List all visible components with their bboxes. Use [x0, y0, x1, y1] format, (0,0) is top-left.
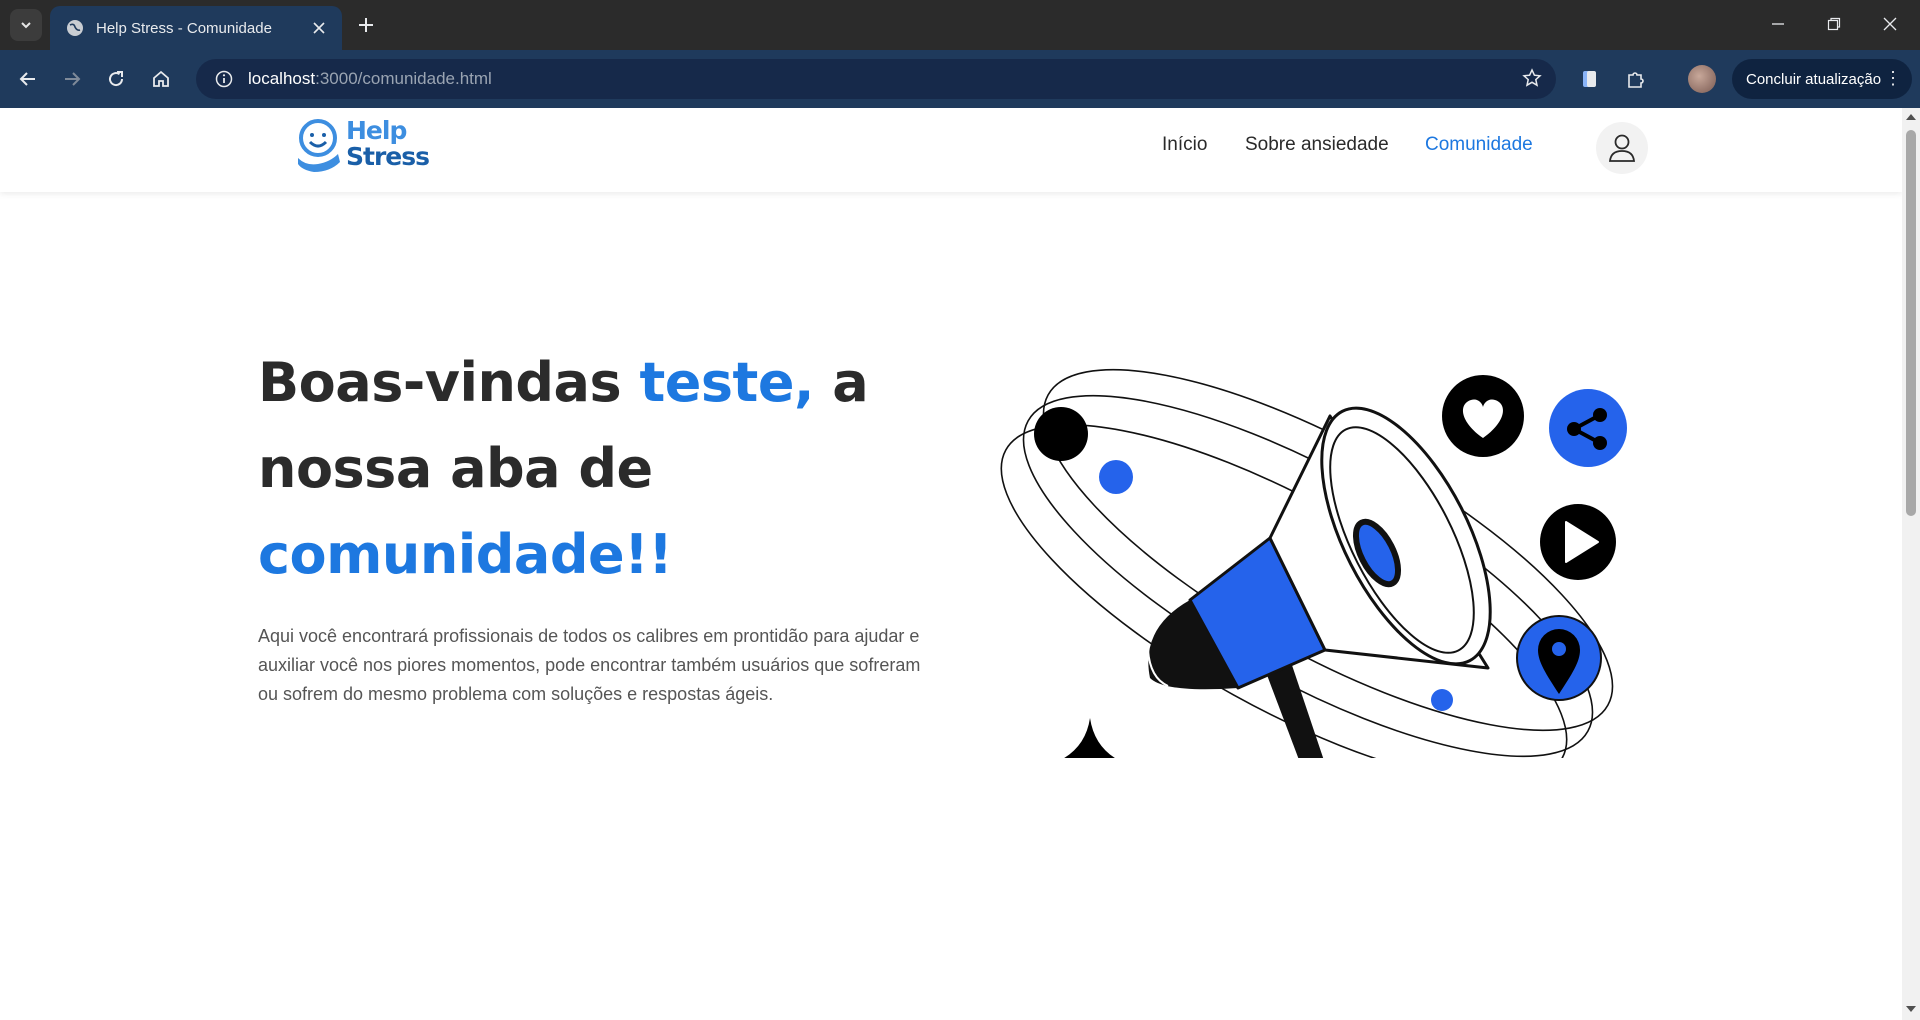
extensions-button[interactable] — [1618, 61, 1654, 97]
url-path: :3000/comunidade.html — [315, 69, 492, 88]
info-icon[interactable] — [204, 70, 244, 88]
window-close-button[interactable] — [1862, 0, 1918, 48]
new-tab-button[interactable] — [352, 11, 380, 39]
nav-link-comunidade[interactable]: Comunidade — [1425, 134, 1533, 156]
hero-description: Aqui você encontrará profissionais de to… — [258, 626, 921, 704]
site-logo[interactable]: Help Stress — [296, 114, 430, 174]
user-icon — [1609, 134, 1635, 162]
url-host: localhost — [248, 69, 316, 88]
megaphone-illustration — [1000, 368, 1627, 758]
restore-button[interactable] — [1806, 0, 1862, 48]
home-icon — [153, 70, 169, 87]
update-button[interactable]: Concluir atualização ⋮ — [1732, 59, 1912, 99]
close-icon[interactable] — [308, 17, 330, 39]
chevron-down-icon — [21, 22, 31, 29]
logo-help: Help — [346, 116, 407, 145]
profile-avatar[interactable] — [1688, 65, 1716, 93]
browser-toolbar: localhost:3000/comunidade.html Concluir … — [0, 50, 1920, 108]
share-bubble — [1549, 389, 1627, 467]
forward-button[interactable] — [54, 61, 90, 97]
scroll-thumb[interactable] — [1906, 130, 1916, 516]
url-text: localhost:3000/comunidade.html — [248, 69, 492, 89]
star-icon[interactable] — [1522, 68, 1542, 93]
back-button[interactable] — [10, 61, 46, 97]
black-dot — [1034, 407, 1088, 461]
reload-button[interactable] — [98, 61, 134, 97]
forward-icon — [65, 72, 81, 86]
reload-icon — [109, 71, 124, 87]
globe-icon — [67, 20, 83, 36]
minimize-button[interactable] — [1750, 0, 1806, 48]
nav-link-sobre-ansiedade[interactable]: Sobre ansiedade — [1245, 134, 1389, 156]
home-button[interactable] — [143, 61, 179, 97]
logo-stress: Stress — [346, 142, 430, 171]
hero-title-part3: comunidade!! — [258, 523, 673, 586]
smiley-hand-logo-icon — [298, 119, 340, 172]
hero-title-part1: Boas-vindas — [258, 351, 640, 414]
restore-icon — [1827, 17, 1841, 31]
more-menu-icon[interactable]: ⋮ — [1884, 69, 1902, 87]
plus-icon — [359, 18, 373, 32]
page-viewport: Help Stress Início Sobre ansiedade Comun… — [0, 108, 1902, 1020]
tab-search-button[interactable] — [10, 9, 42, 41]
minimize-icon — [1772, 23, 1784, 25]
browser-tab-active[interactable]: Help Stress - Comunidade — [50, 6, 342, 50]
close-icon — [1883, 17, 1897, 31]
site-header: Help Stress Início Sobre ansiedade Comun… — [0, 108, 1902, 192]
back-icon — [19, 72, 35, 86]
user-account-button[interactable] — [1596, 122, 1648, 174]
scroll-down-arrow[interactable] — [1906, 1006, 1916, 1012]
scroll-up-arrow[interactable] — [1906, 114, 1916, 120]
sparkle-star-icon — [1064, 718, 1115, 758]
blue-dot — [1099, 460, 1133, 494]
hero-username: teste, — [639, 351, 814, 414]
extension-icon — [1628, 72, 1644, 88]
document-icon — [1583, 71, 1596, 87]
update-label: Concluir atualização — [1746, 70, 1882, 88]
nav-link-inicio[interactable]: Início — [1162, 134, 1207, 156]
blue-dot — [1431, 689, 1453, 711]
tab-title: Help Stress - Comunidade — [96, 19, 272, 37]
hero-title: Boas-vindas teste, a nossa aba de comuni… — [258, 340, 878, 598]
reading-mode-button[interactable] — [1572, 61, 1608, 97]
browser-tab-bar: Help Stress - Comunidade — [0, 0, 1920, 50]
page-scrollbar[interactable] — [1902, 108, 1920, 1020]
address-bar[interactable]: localhost:3000/comunidade.html — [196, 59, 1556, 99]
logo-text: Help Stress — [346, 116, 430, 171]
